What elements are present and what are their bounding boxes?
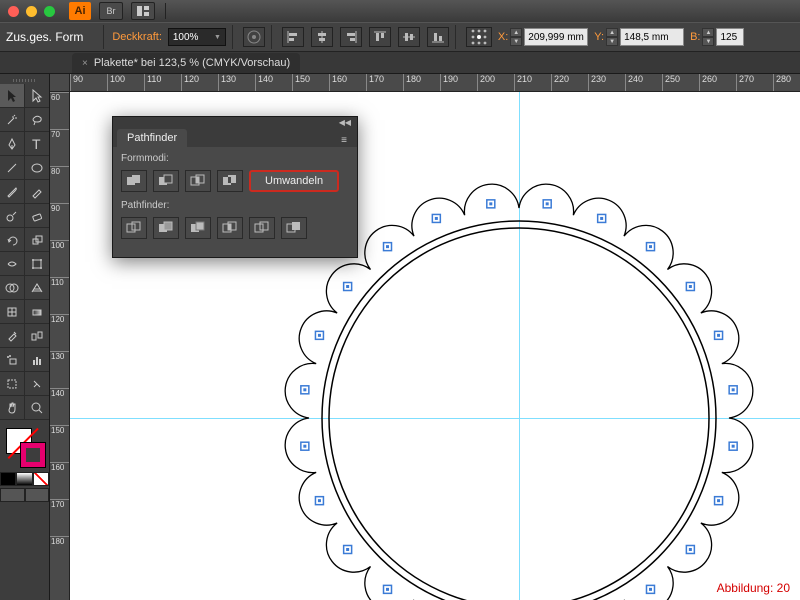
close-window-icon[interactable] — [8, 6, 19, 17]
blend-tool[interactable] — [25, 324, 49, 348]
zoom-window-icon[interactable] — [44, 6, 55, 17]
direct-selection-tool[interactable] — [25, 84, 49, 108]
crop-button[interactable] — [217, 217, 243, 239]
free-transform-tool[interactable] — [25, 252, 49, 276]
symbol-sprayer-tool[interactable] — [0, 348, 25, 372]
merge-button[interactable] — [185, 217, 211, 239]
svg-text:T: T — [32, 137, 41, 151]
y-input[interactable]: 148,5 mm — [620, 28, 684, 46]
vertical-ruler[interactable]: 60708090100110120130140150160170180 — [50, 92, 70, 600]
pathfinder-label: Pathfinder: — [121, 200, 349, 211]
pen-tool[interactable] — [0, 132, 25, 156]
minimize-window-icon[interactable] — [26, 6, 37, 17]
align-right-button[interactable] — [340, 27, 362, 47]
rotate-tool[interactable] — [0, 228, 25, 252]
minus-front-button[interactable] — [153, 170, 179, 192]
magic-wand-tool[interactable] — [0, 108, 25, 132]
align-hcenter-button[interactable] — [311, 27, 333, 47]
document-tab-bar: × Plakette* bei 123,5 % (CMYK/Vorschau) — [0, 52, 800, 74]
document-tab-title: Plakette* bei 123,5 % (CMYK/Vorschau) — [94, 57, 290, 69]
lasso-tool[interactable] — [25, 108, 49, 132]
unite-button[interactable] — [121, 170, 147, 192]
paintbrush-tool[interactable] — [0, 180, 25, 204]
toolbox: T — [0, 74, 50, 600]
shape-builder-tool[interactable] — [0, 276, 25, 300]
artboard-tool[interactable] — [0, 372, 25, 396]
recolor-button[interactable] — [243, 27, 265, 47]
opacity-label: Deckkraft: — [112, 31, 162, 43]
exclude-button[interactable] — [217, 170, 243, 192]
arrange-docs-button[interactable] — [131, 2, 155, 20]
title-bar: Ai Br — [0, 0, 800, 22]
panel-collapse-grip[interactable]: ◀◀ — [113, 117, 357, 127]
outline-button[interactable] — [249, 217, 275, 239]
selection-tool[interactable] — [0, 84, 25, 108]
intersect-button[interactable] — [185, 170, 211, 192]
pencil-tool[interactable] — [25, 180, 49, 204]
align-left-button[interactable] — [282, 27, 304, 47]
width-tool[interactable] — [0, 252, 25, 276]
b-stepper[interactable]: ▲▼ — [702, 28, 714, 46]
ellipse-tool[interactable] — [25, 156, 49, 180]
fill-stroke-control[interactable] — [0, 424, 49, 470]
eyedropper-tool[interactable] — [0, 324, 25, 348]
align-vcenter-button[interactable] — [398, 27, 420, 47]
line-tool[interactable] — [0, 156, 25, 180]
pathfinder-tab[interactable]: Pathfinder — [117, 129, 187, 147]
document-tab[interactable]: × Plakette* bei 123,5 % (CMYK/Vorschau) — [72, 53, 300, 73]
expand-button[interactable]: Umwandeln — [249, 170, 339, 192]
zoom-tool[interactable] — [25, 396, 49, 420]
scale-tool[interactable] — [25, 228, 49, 252]
trim-button[interactable] — [153, 217, 179, 239]
column-graph-tool[interactable] — [25, 348, 49, 372]
b-input[interactable]: 125 — [716, 28, 744, 46]
control-bar: Zus.ges. Form Deckkraft: 100%▼ X: ▲▼ 209… — [0, 22, 800, 52]
gradient-tool[interactable] — [25, 300, 49, 324]
x-input[interactable]: 209,999 mm — [524, 28, 588, 46]
align-top-button[interactable] — [369, 27, 391, 47]
horizontal-ruler[interactable]: 9010011012013014015016017018019020021022… — [70, 74, 800, 92]
x-label: X: — [498, 31, 508, 43]
panel-menu-icon[interactable]: ≡ — [337, 133, 351, 147]
ruler-origin[interactable] — [50, 74, 70, 92]
y-stepper[interactable]: ▲▼ — [606, 28, 618, 46]
pathfinder-panel: ◀◀ Pathfinder ≡ Formmodi: Umwandeln Path… — [112, 116, 358, 258]
divide-button[interactable] — [121, 217, 147, 239]
perspective-grid-tool[interactable] — [25, 276, 49, 300]
mesh-tool[interactable] — [0, 300, 25, 324]
opacity-input[interactable]: 100%▼ — [168, 28, 226, 46]
type-tool[interactable]: T — [25, 132, 49, 156]
y-label: Y: — [594, 31, 604, 43]
shapemodes-label: Formmodi: — [121, 153, 349, 164]
close-tab-icon[interactable]: × — [82, 58, 88, 69]
x-stepper[interactable]: ▲▼ — [510, 28, 522, 46]
transform-refpoint[interactable] — [466, 27, 492, 47]
blob-brush-tool[interactable] — [0, 204, 25, 228]
align-bottom-button[interactable] — [427, 27, 449, 47]
window-controls — [8, 6, 55, 17]
figure-caption: Abbildung: 20 — [713, 580, 794, 596]
minus-back-button[interactable] — [281, 217, 307, 239]
slice-tool[interactable] — [25, 372, 49, 396]
app-badge: Ai — [69, 2, 91, 20]
b-label: B: — [690, 31, 700, 43]
selection-type-label: Zus.ges. Form — [6, 30, 83, 44]
eraser-tool[interactable] — [25, 204, 49, 228]
hand-tool[interactable] — [0, 396, 25, 420]
bridge-button[interactable]: Br — [99, 2, 123, 20]
